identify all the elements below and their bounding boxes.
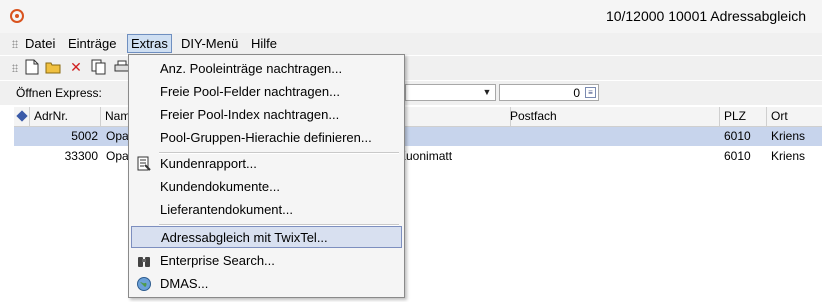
menu-item-pool-gruppen[interactable]: Pool-Gruppen-Hierachie definieren...	[131, 127, 402, 149]
cell-adrnr: 33300	[64, 149, 98, 163]
sort-diamond-icon	[16, 110, 28, 122]
menu-item-label: Pool-Gruppen-Hierachie definieren...	[160, 130, 372, 145]
menu-item-label: Kundenrapport...	[160, 156, 257, 171]
menu-item-lieferantendokument[interactable]: Lieferantendokument...	[131, 199, 402, 221]
menu-item-label: Freier Pool-Index nachtragen...	[160, 107, 340, 122]
cell-plz: 6010	[724, 149, 751, 163]
menu-eintraege[interactable]: Einträge	[65, 35, 119, 52]
lookup-icon[interactable]: ≡	[585, 87, 596, 98]
open-folder-icon[interactable]	[45, 59, 61, 75]
menu-item-pool-felder[interactable]: Freie Pool-Felder nachtragen...	[131, 81, 402, 103]
col-adrnr[interactable]: AdrNr.	[30, 107, 101, 126]
menu-item-label: Adressabgleich mit TwixTel...	[161, 230, 328, 245]
sort-indicator[interactable]	[14, 107, 30, 126]
menu-item-pooleintraege[interactable]: Anz. Pooleinträge nachtragen...	[131, 58, 402, 80]
col-postfach[interactable]: Postfach	[506, 107, 720, 126]
menu-item-label: Enterprise Search...	[160, 253, 275, 268]
menu-extras[interactable]: Extras	[127, 34, 172, 53]
col-plz[interactable]: PLZ	[720, 107, 767, 126]
express-combo[interactable]: ▼	[405, 84, 496, 101]
menu-diy[interactable]: DIY-Menü	[178, 35, 241, 52]
cell-ort: Kriens	[771, 129, 806, 143]
cell-address: Kuonimatt	[398, 149, 453, 163]
extras-dropdown-menu: Anz. Pooleinträge nachtragen... Freie Po…	[128, 54, 405, 298]
menu-item-label: Freie Pool-Felder nachtragen...	[160, 84, 340, 99]
globe-icon	[136, 276, 152, 292]
menu-item-adressabgleich-twixtel[interactable]: Adressabgleich mit TwixTel...	[131, 226, 402, 248]
new-icon[interactable]	[24, 59, 40, 75]
toolbar-grip-icon[interactable]	[12, 64, 18, 72]
col-ort[interactable]: Ort	[767, 107, 822, 126]
delete-icon[interactable]: ✕	[68, 59, 84, 75]
cell-ort: Kriens	[771, 149, 806, 163]
copy-icon[interactable]	[91, 59, 107, 75]
express-number-field[interactable]: 0 ≡	[499, 84, 599, 101]
menu-datei[interactable]: Datei	[22, 35, 58, 52]
menu-item-label: DMAS...	[160, 276, 209, 291]
menu-item-kundenrapport[interactable]: Kundenrapport...	[131, 153, 402, 175]
app-logo-icon[interactable]	[10, 9, 24, 23]
menu-item-kundendokumente[interactable]: Kundendokumente...	[131, 176, 402, 198]
report-icon	[136, 156, 152, 172]
menu-item-dmas[interactable]: DMAS...	[131, 273, 402, 295]
chevron-down-icon[interactable]: ▼	[481, 87, 493, 98]
cell-address	[398, 127, 498, 146]
menu-hilfe[interactable]: Hilfe	[248, 35, 280, 52]
menu-item-label: Anz. Pooleinträge nachtragen...	[160, 61, 343, 76]
menu-item-pool-index[interactable]: Freier Pool-Index nachtragen...	[131, 104, 402, 126]
express-label: Öffnen Express:	[16, 86, 102, 100]
cell-plz: 6010	[724, 129, 751, 143]
menubar-grip-icon[interactable]	[12, 40, 18, 48]
window-title: 10/12000 10001 Adressabgleich	[605, 8, 806, 24]
menu-item-label: Lieferantendokument...	[160, 202, 293, 217]
menu-bar: Datei Einträge Extras DIY-Menü Hilfe	[0, 33, 822, 55]
menu-item-enterprise-search[interactable]: Enterprise Search...	[131, 250, 402, 272]
title-bar: 10/12000 10001 Adressabgleich	[0, 0, 822, 34]
binoculars-icon	[136, 253, 152, 269]
express-bar: Öffnen Express: ▼ 0 ≡	[0, 81, 822, 105]
menu-item-label: Kundendokumente...	[160, 179, 280, 194]
toolbar: ✕	[0, 56, 822, 80]
express-number-value: 0	[573, 86, 580, 100]
cell-adrnr: 5002	[71, 129, 98, 143]
